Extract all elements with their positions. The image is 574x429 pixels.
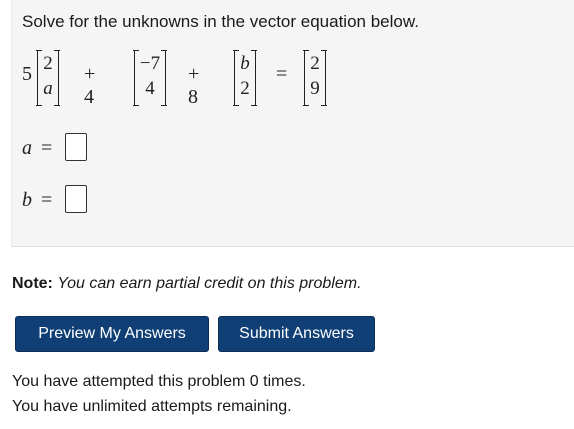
vector-4-entry-2: 9	[310, 78, 320, 99]
vector-2-entry-1: −7	[139, 53, 161, 74]
vector-1-entry-2: a	[43, 78, 53, 99]
vector-2: −7 4	[133, 50, 167, 106]
problem-prompt: Solve for the unknowns in the vector equ…	[22, 12, 419, 31]
operator-plus-4: + 4	[84, 63, 96, 108]
equals-sign: =	[276, 63, 288, 85]
note-prefix: Note:	[12, 275, 53, 292]
submit-answers-button[interactable]: Submit Answers	[218, 316, 375, 352]
vector-3-entry-2: 2	[240, 78, 250, 99]
vector-1-entry-1: 2	[43, 53, 53, 74]
answer-label-b: b	[22, 189, 32, 211]
coefficient-5: 5	[22, 63, 32, 85]
partial-credit-note: Note: You can earn partial credit on thi…	[12, 275, 362, 293]
remaining-attempts-status: You have unlimited attempts remaining.	[12, 398, 292, 415]
answer-input-a[interactable]	[65, 133, 87, 161]
vector-4: 2 9	[303, 50, 327, 106]
answer-label-a: a	[22, 137, 32, 159]
answer-input-b[interactable]	[65, 185, 87, 213]
problem-panel	[11, 0, 574, 247]
answer-equals-b: =	[41, 189, 53, 211]
answer-equals-a: =	[41, 137, 53, 159]
vector-3: b 2	[233, 50, 257, 106]
vector-1: 2 a	[36, 50, 60, 106]
vector-2-entry-2: 4	[145, 78, 155, 99]
note-text: You can earn partial credit on this prob…	[57, 275, 362, 292]
vector-4-entry-1: 2	[310, 53, 320, 74]
preview-answers-button[interactable]: Preview My Answers	[15, 316, 209, 352]
vector-3-entry-1: b	[240, 53, 250, 74]
attempts-status: You have attempted this problem 0 times.	[12, 373, 306, 390]
operator-plus-8: + 8	[188, 63, 200, 108]
